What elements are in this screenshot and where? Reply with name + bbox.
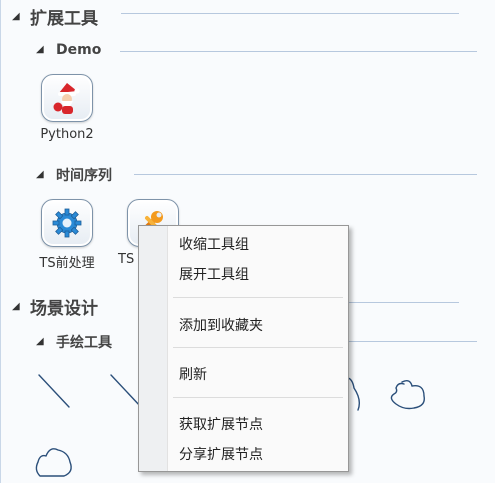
group-title: 手绘工具 <box>56 335 112 351</box>
extension-panel: ◢ 扩展工具 ◢ Demo Python2 ◢ 时间序列 TS前处理 TS ◢ … <box>0 0 495 483</box>
collapse-caret-icon[interactable]: ◢ <box>12 301 26 312</box>
tool-label: TS前处理 <box>39 256 95 271</box>
group-divider <box>134 174 477 175</box>
collapse-caret-icon[interactable]: ◢ <box>36 337 50 347</box>
group-title: Demo <box>56 42 102 58</box>
menu-item-share-extension-nodes[interactable]: 分享扩展节点 <box>179 444 263 464</box>
collapse-caret-icon[interactable]: ◢ <box>36 45 50 55</box>
menu-item-add-to-favorites[interactable]: 添加到收藏夹 <box>179 315 263 335</box>
menu-icon-gutter <box>139 226 168 471</box>
section-title: 扩展工具 <box>30 9 98 29</box>
line-sketch-icon[interactable] <box>34 372 74 410</box>
collapse-caret-icon[interactable]: ◢ <box>12 11 26 22</box>
section-header-extension-tools[interactable]: ◢ 扩展工具 <box>12 4 98 29</box>
menu-separator <box>173 397 343 398</box>
menu-item-get-extension-nodes[interactable]: 获取扩展节点 <box>179 414 263 434</box>
tool-python2[interactable]: Python2 <box>31 74 103 142</box>
cloud-sketch-icon[interactable] <box>30 440 80 480</box>
santa-icon <box>41 74 93 122</box>
tool-label: Python2 <box>40 127 94 142</box>
menu-item-refresh[interactable]: 刷新 <box>179 364 207 384</box>
section-divider <box>347 302 459 303</box>
gear-icon <box>41 199 93 247</box>
section-header-scene-design[interactable]: ◢ 场景设计 <box>12 294 98 319</box>
group-divider <box>347 341 477 342</box>
group-header-demo[interactable]: ◢ Demo <box>36 42 101 58</box>
menu-item-collapse-group[interactable]: 收缩工具组 <box>179 234 249 254</box>
section-divider <box>121 13 459 14</box>
group-title: 时间序列 <box>56 168 112 184</box>
collapse-caret-icon[interactable]: ◢ <box>36 170 50 180</box>
group-divider <box>120 51 477 52</box>
panel-left-border <box>0 0 1 483</box>
cloud-sketch-icon[interactable] <box>386 376 434 412</box>
menu-separator <box>173 297 343 298</box>
context-menu: 收缩工具组 展开工具组 添加到收藏夹 刷新 获取扩展节点 分享扩展节点 <box>138 225 349 472</box>
group-header-hand-drawn-tools[interactable]: ◢ 手绘工具 <box>36 332 112 352</box>
menu-separator <box>173 347 343 348</box>
group-header-time-series[interactable]: ◢ 时间序列 <box>36 165 112 185</box>
menu-item-expand-group[interactable]: 展开工具组 <box>179 264 249 284</box>
tool-ts-preprocess[interactable]: TS前处理 <box>31 199 103 271</box>
section-title: 场景设计 <box>30 299 98 319</box>
